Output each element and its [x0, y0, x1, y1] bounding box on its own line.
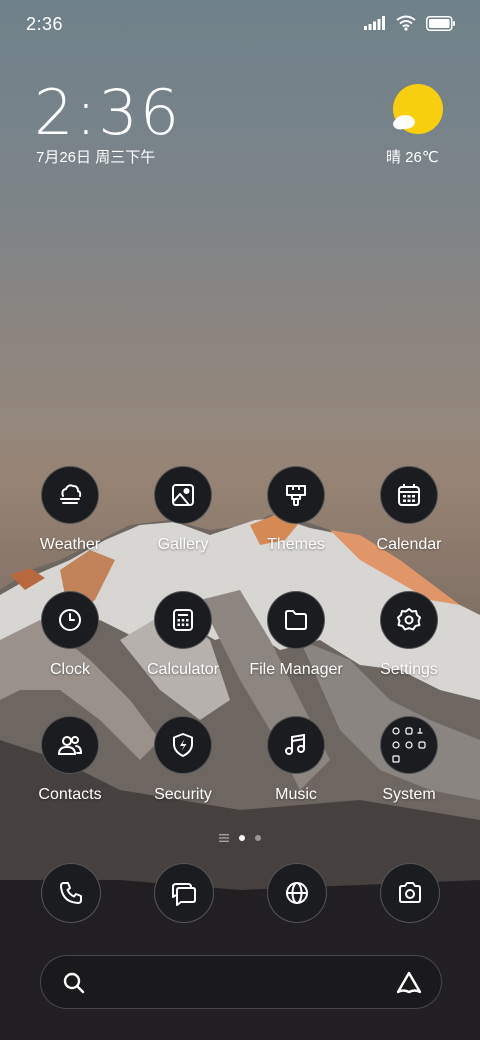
search-bar[interactable] — [40, 955, 442, 1009]
calendar-icon — [380, 466, 438, 524]
app-security[interactable]: Security — [128, 716, 238, 826]
messages-icon[interactable] — [154, 863, 214, 923]
app-label: Security — [154, 786, 212, 803]
page-list-icon[interactable] — [219, 829, 229, 847]
weather-icon — [41, 466, 99, 524]
app-label: Calendar — [376, 536, 442, 553]
wifi-icon — [396, 15, 416, 36]
app-clock[interactable]: Clock — [15, 591, 125, 701]
app-label: Settings — [380, 661, 438, 678]
music-icon — [267, 716, 325, 774]
assistant-icon[interactable] — [395, 969, 423, 1002]
battery-icon — [426, 15, 456, 36]
search-icon[interactable] — [61, 970, 87, 1001]
app-label: Contacts — [38, 786, 102, 803]
gear-icon — [380, 591, 438, 649]
app-label: System — [382, 786, 436, 803]
calculator-icon — [154, 591, 212, 649]
contacts-icon — [41, 716, 99, 774]
clock-widget-date: 7月26日 周三下午 — [36, 149, 156, 166]
phone-icon[interactable] — [41, 863, 101, 923]
status-bar: 2:36 — [0, 0, 480, 50]
app-gallery[interactable]: Gallery — [128, 466, 238, 576]
clock-icon — [41, 591, 99, 649]
app-label: Clock — [49, 661, 90, 678]
shield-icon — [154, 716, 212, 774]
app-themes[interactable]: Themes — [241, 466, 351, 576]
app-weather[interactable]: Weather — [15, 466, 125, 576]
page-indicator[interactable] — [0, 829, 480, 847]
status-time: 2:36 — [26, 14, 64, 34]
gallery-icon — [154, 466, 212, 524]
page-dot[interactable] — [255, 835, 261, 841]
folder-grid-icon — [380, 716, 438, 774]
app-label: Weather — [39, 536, 101, 553]
browser-icon[interactable] — [267, 863, 327, 923]
app-label: Gallery — [157, 536, 209, 553]
app-label: File Manager — [249, 661, 343, 678]
camera-icon[interactable] — [380, 863, 440, 923]
app-calendar[interactable]: Calendar — [354, 466, 464, 576]
app-system-folder[interactable]: System — [354, 716, 464, 826]
app-contacts[interactable]: Contacts — [15, 716, 125, 826]
app-file-manager[interactable]: File Manager — [241, 591, 351, 701]
app-label: Music — [275, 786, 317, 803]
app-music[interactable]: Music — [241, 716, 351, 826]
app-calculator[interactable]: Calculator — [128, 591, 238, 701]
page-dot-active[interactable] — [239, 835, 245, 841]
app-settings[interactable]: Settings — [354, 591, 464, 701]
themes-icon — [267, 466, 325, 524]
app-label: Themes — [267, 536, 325, 553]
signal-icon — [364, 16, 386, 35]
weather-sun-icon[interactable] — [392, 84, 443, 134]
clock-widget-time[interactable]: 2:36 — [34, 76, 181, 149]
app-label: Calculator — [146, 661, 220, 678]
weather-widget-text: 晴 26℃ — [386, 149, 439, 166]
folder-icon — [267, 591, 325, 649]
